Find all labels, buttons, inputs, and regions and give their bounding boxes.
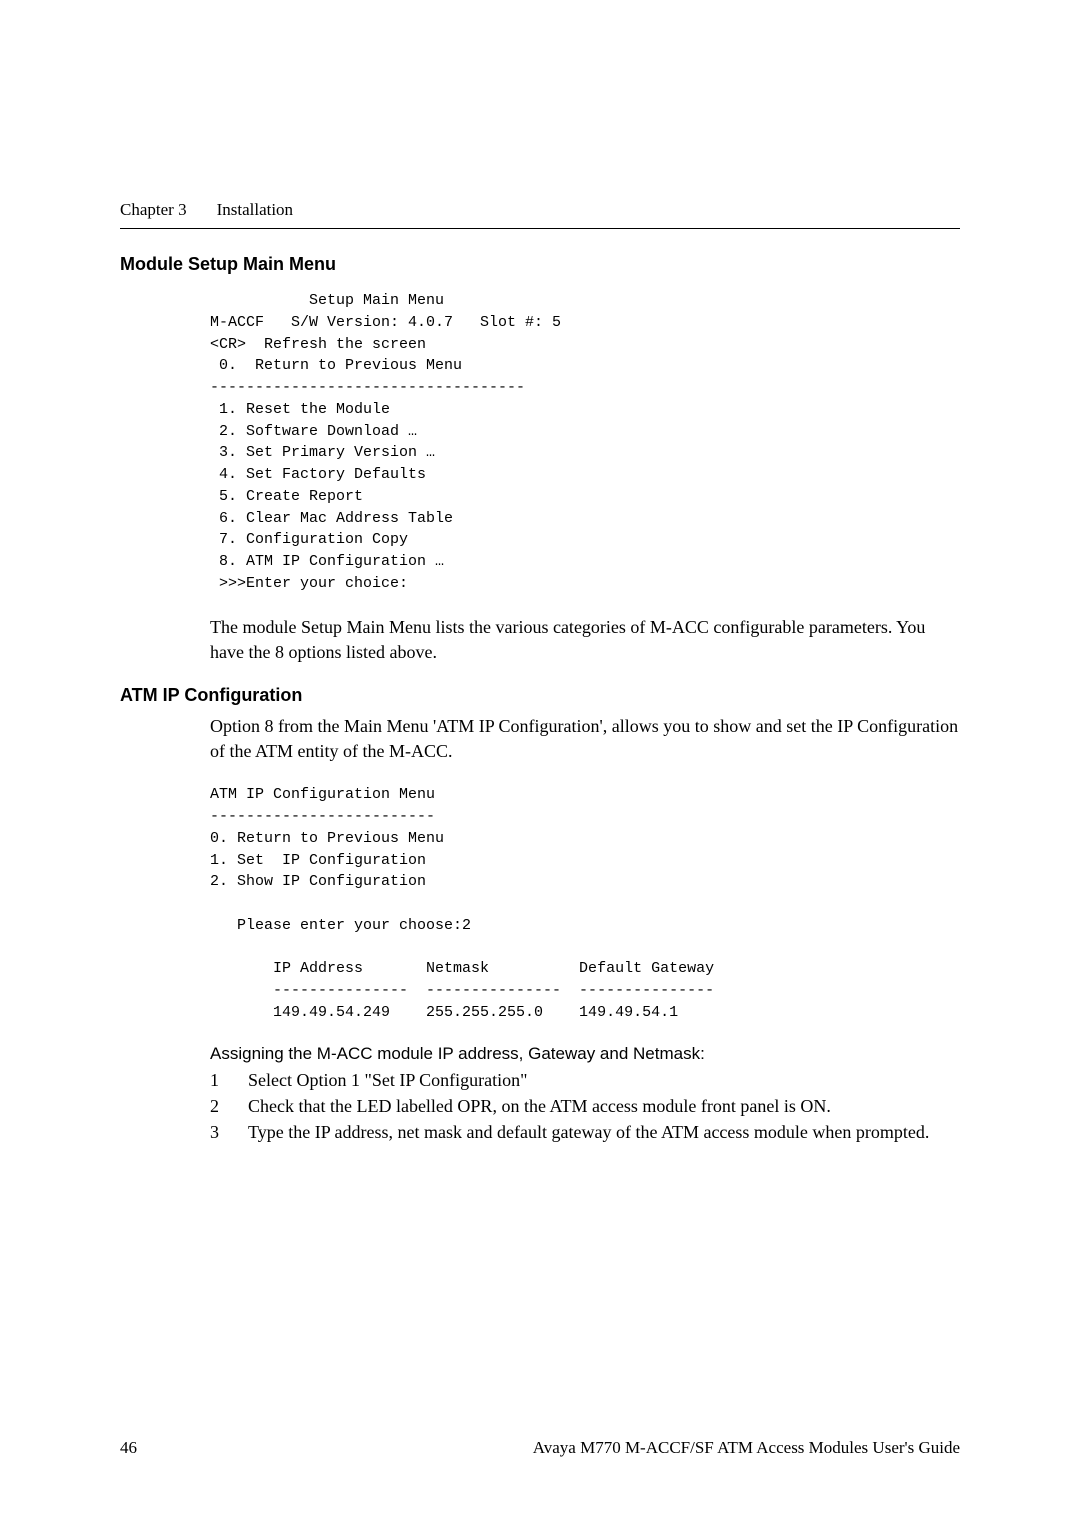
item-number: 1 [210,1068,228,1092]
chapter-title: Installation [217,200,293,220]
list-item: 1 Select Option 1 "Set IP Configuration" [210,1068,960,1092]
page-number: 46 [120,1438,137,1458]
footer-doc-title: Avaya M770 M-ACCF/SF ATM Access Modules … [533,1438,960,1458]
item-number: 2 [210,1094,228,1118]
header-rule [120,228,960,229]
steps-list: 1 Select Option 1 "Set IP Configuration"… [210,1068,960,1145]
section1-heading: Module Setup Main Menu [120,254,960,275]
chapter-label: Chapter 3 [120,200,187,220]
item-text: Select Option 1 "Set IP Configuration" [248,1068,528,1092]
page-footer: 46 Avaya M770 M-ACCF/SF ATM Access Modul… [120,1438,960,1458]
item-text: Type the IP address, net mask and defaul… [248,1120,929,1144]
list-item: 2 Check that the LED labelled OPR, on th… [210,1094,960,1118]
atm-ip-config-code: ATM IP Configuration Menu --------------… [210,784,960,1023]
list-item: 3 Type the IP address, net mask and defa… [210,1120,960,1144]
assign-heading: Assigning the M-ACC module IP address, G… [210,1044,960,1064]
document-page: Chapter 3 Installation Module Setup Main… [0,0,1080,1528]
setup-menu-code: Setup Main Menu M-ACCF S/W Version: 4.0.… [210,290,960,595]
section1-paragraph: The module Setup Main Menu lists the var… [210,615,960,665]
section2-paragraph: Option 8 from the Main Menu 'ATM IP Conf… [210,714,960,764]
running-header: Chapter 3 Installation [120,200,960,220]
section2-heading: ATM IP Configuration [120,685,960,706]
item-text: Check that the LED labelled OPR, on the … [248,1094,831,1118]
item-number: 3 [210,1120,228,1144]
